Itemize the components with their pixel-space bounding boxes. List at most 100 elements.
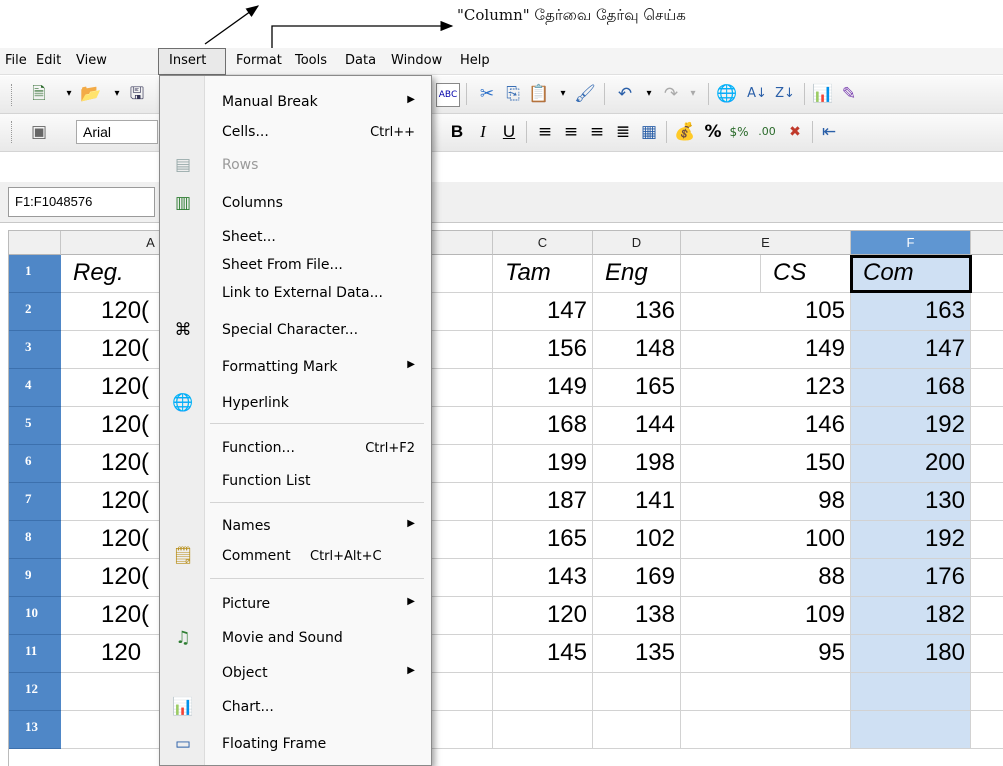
cell[interactable] bbox=[971, 673, 1003, 711]
cell[interactable] bbox=[971, 255, 1003, 293]
menu-item-special-character[interactable]: ⌘ Special Character... bbox=[160, 316, 431, 346]
cell-com[interactable]: 147 bbox=[851, 331, 971, 369]
row-header[interactable]: 11 bbox=[9, 635, 61, 673]
cell[interactable] bbox=[971, 711, 1003, 749]
cell[interactable] bbox=[971, 635, 1003, 673]
menu-item-cells[interactable]: Cells... Ctrl++ bbox=[160, 118, 431, 148]
save-icon[interactable]: 🖫 bbox=[126, 83, 148, 105]
undo-icon[interactable]: ↶ bbox=[614, 83, 636, 105]
menu-item-chart[interactable]: 📊 Chart... bbox=[160, 693, 431, 723]
menu-item-rows[interactable]: ▤ Rows bbox=[160, 151, 431, 181]
row-header[interactable]: 6 bbox=[9, 445, 61, 483]
row-header[interactable]: 8 bbox=[9, 521, 61, 559]
cell-com[interactable]: 130 bbox=[851, 483, 971, 521]
cell-eng[interactable]: 102 bbox=[593, 521, 681, 559]
menu-data[interactable]: Data bbox=[345, 53, 376, 68]
cell-eng[interactable]: 148 bbox=[593, 331, 681, 369]
column-header-g[interactable] bbox=[971, 231, 1003, 255]
cell-cs[interactable]: 98 bbox=[681, 483, 851, 521]
menu-item-sheet-from-file[interactable]: Sheet From File... bbox=[160, 251, 431, 281]
cell[interactable] bbox=[971, 331, 1003, 369]
add-decimal-icon[interactable]: .00 bbox=[756, 121, 778, 143]
redo-icon[interactable]: ↷ bbox=[660, 83, 682, 105]
cell-cs[interactable]: 95 bbox=[681, 635, 851, 673]
menu-item-movie-and-sound[interactable]: ♫ Movie and Sound bbox=[160, 624, 431, 654]
indent-icon[interactable]: ⇤ bbox=[818, 121, 840, 143]
cell-cs[interactable]: 149 bbox=[681, 331, 851, 369]
row-header[interactable]: 10 bbox=[9, 597, 61, 635]
cell[interactable] bbox=[971, 293, 1003, 331]
menu-edit[interactable]: Edit bbox=[36, 53, 61, 68]
cell[interactable] bbox=[681, 711, 851, 749]
menu-item-hyperlink[interactable]: 🌐 Hyperlink bbox=[160, 389, 431, 419]
menu-file[interactable]: File bbox=[5, 53, 27, 68]
cell[interactable] bbox=[971, 407, 1003, 445]
cell-eng[interactable]: 198 bbox=[593, 445, 681, 483]
cell-eng[interactable]: 136 bbox=[593, 293, 681, 331]
align-center-icon[interactable]: ≡ bbox=[560, 121, 582, 143]
menu-item-manual-break[interactable]: Manual Break ▶ bbox=[160, 88, 431, 118]
cell[interactable] bbox=[493, 673, 593, 711]
chart-icon[interactable]: 📊 bbox=[812, 83, 834, 105]
cell-com[interactable]: 182 bbox=[851, 597, 971, 635]
cell-eng[interactable]: 144 bbox=[593, 407, 681, 445]
cell-eng[interactable]: 165 bbox=[593, 369, 681, 407]
font-name-box[interactable]: Arial bbox=[76, 120, 158, 144]
chevron-down-icon[interactable]: ▾ bbox=[552, 83, 574, 105]
row-header[interactable]: 3 bbox=[9, 331, 61, 369]
spellcheck-icon[interactable]: ABC bbox=[436, 83, 460, 107]
cell[interactable] bbox=[851, 673, 971, 711]
chevron-down-icon[interactable]: ▾ bbox=[106, 83, 128, 105]
align-right-icon[interactable]: ≡ bbox=[586, 121, 608, 143]
merge-cells-icon[interactable]: ▦ bbox=[638, 121, 660, 143]
row-header[interactable]: 7 bbox=[9, 483, 61, 521]
cell-tam[interactable]: 199 bbox=[493, 445, 593, 483]
menu-item-sheet[interactable]: Sheet... bbox=[160, 223, 431, 253]
cell-eng[interactable]: 169 bbox=[593, 559, 681, 597]
cell[interactable] bbox=[851, 711, 971, 749]
hyperlink-icon[interactable]: 🌐 bbox=[716, 83, 738, 105]
menu-help[interactable]: Help bbox=[460, 53, 490, 68]
cut-icon[interactable]: ✂ bbox=[476, 83, 498, 105]
column-header-d[interactable]: D bbox=[593, 231, 681, 255]
column-header-c[interactable]: C bbox=[493, 231, 593, 255]
menu-item-names[interactable]: Names ▶ bbox=[160, 512, 431, 542]
cell[interactable] bbox=[971, 559, 1003, 597]
name-box[interactable]: F1:F1048576 bbox=[8, 187, 155, 217]
standard-format-icon[interactable]: $% bbox=[728, 121, 750, 143]
menu-item-object[interactable]: Object ▶ bbox=[160, 659, 431, 689]
underline-icon[interactable]: U bbox=[498, 121, 520, 143]
menu-item-picture[interactable]: Picture ▶ bbox=[160, 590, 431, 620]
cell-com[interactable]: 192 bbox=[851, 407, 971, 445]
column-header-f[interactable]: F bbox=[851, 231, 971, 255]
cell-com[interactable]: 180 bbox=[851, 635, 971, 673]
cell[interactable] bbox=[681, 673, 851, 711]
menu-item-function-list[interactable]: Function List bbox=[160, 467, 431, 497]
row-header[interactable]: 9 bbox=[9, 559, 61, 597]
cell[interactable] bbox=[593, 673, 681, 711]
cell-com[interactable]: 192 bbox=[851, 521, 971, 559]
delete-decimal-icon[interactable]: ✖ bbox=[784, 121, 806, 143]
cell[interactable] bbox=[971, 445, 1003, 483]
cell-cs[interactable]: 150 bbox=[681, 445, 851, 483]
cell-tam[interactable]: 143 bbox=[493, 559, 593, 597]
cell[interactable] bbox=[971, 369, 1003, 407]
cell[interactable] bbox=[971, 483, 1003, 521]
menu-item-link-external-data[interactable]: Link to External Data... bbox=[160, 279, 431, 309]
chevron-down-icon[interactable]: ▾ bbox=[638, 83, 660, 105]
row-header[interactable]: 4 bbox=[9, 369, 61, 407]
cell-cs[interactable]: 146 bbox=[681, 407, 851, 445]
currency-format-icon[interactable]: 💰 bbox=[674, 121, 696, 143]
cell-cs[interactable]: 109 bbox=[681, 597, 851, 635]
clone-formatting-icon[interactable]: 🖌 bbox=[574, 83, 596, 105]
cell-tam[interactable]: 120 bbox=[493, 597, 593, 635]
open-folder-icon[interactable]: 📂 bbox=[80, 83, 102, 105]
menu-format[interactable]: Format bbox=[236, 53, 282, 68]
italic-icon[interactable]: I bbox=[472, 121, 494, 143]
menu-item-floating-frame[interactable]: ▭ Floating Frame bbox=[160, 730, 431, 760]
cell-tam[interactable]: 165 bbox=[493, 521, 593, 559]
sort-descending-icon[interactable]: Z↓ bbox=[774, 83, 796, 105]
cell-tam[interactable]: 168 bbox=[493, 407, 593, 445]
row-header[interactable]: 13 bbox=[9, 711, 61, 749]
sort-ascending-icon[interactable]: A↓ bbox=[746, 83, 768, 105]
